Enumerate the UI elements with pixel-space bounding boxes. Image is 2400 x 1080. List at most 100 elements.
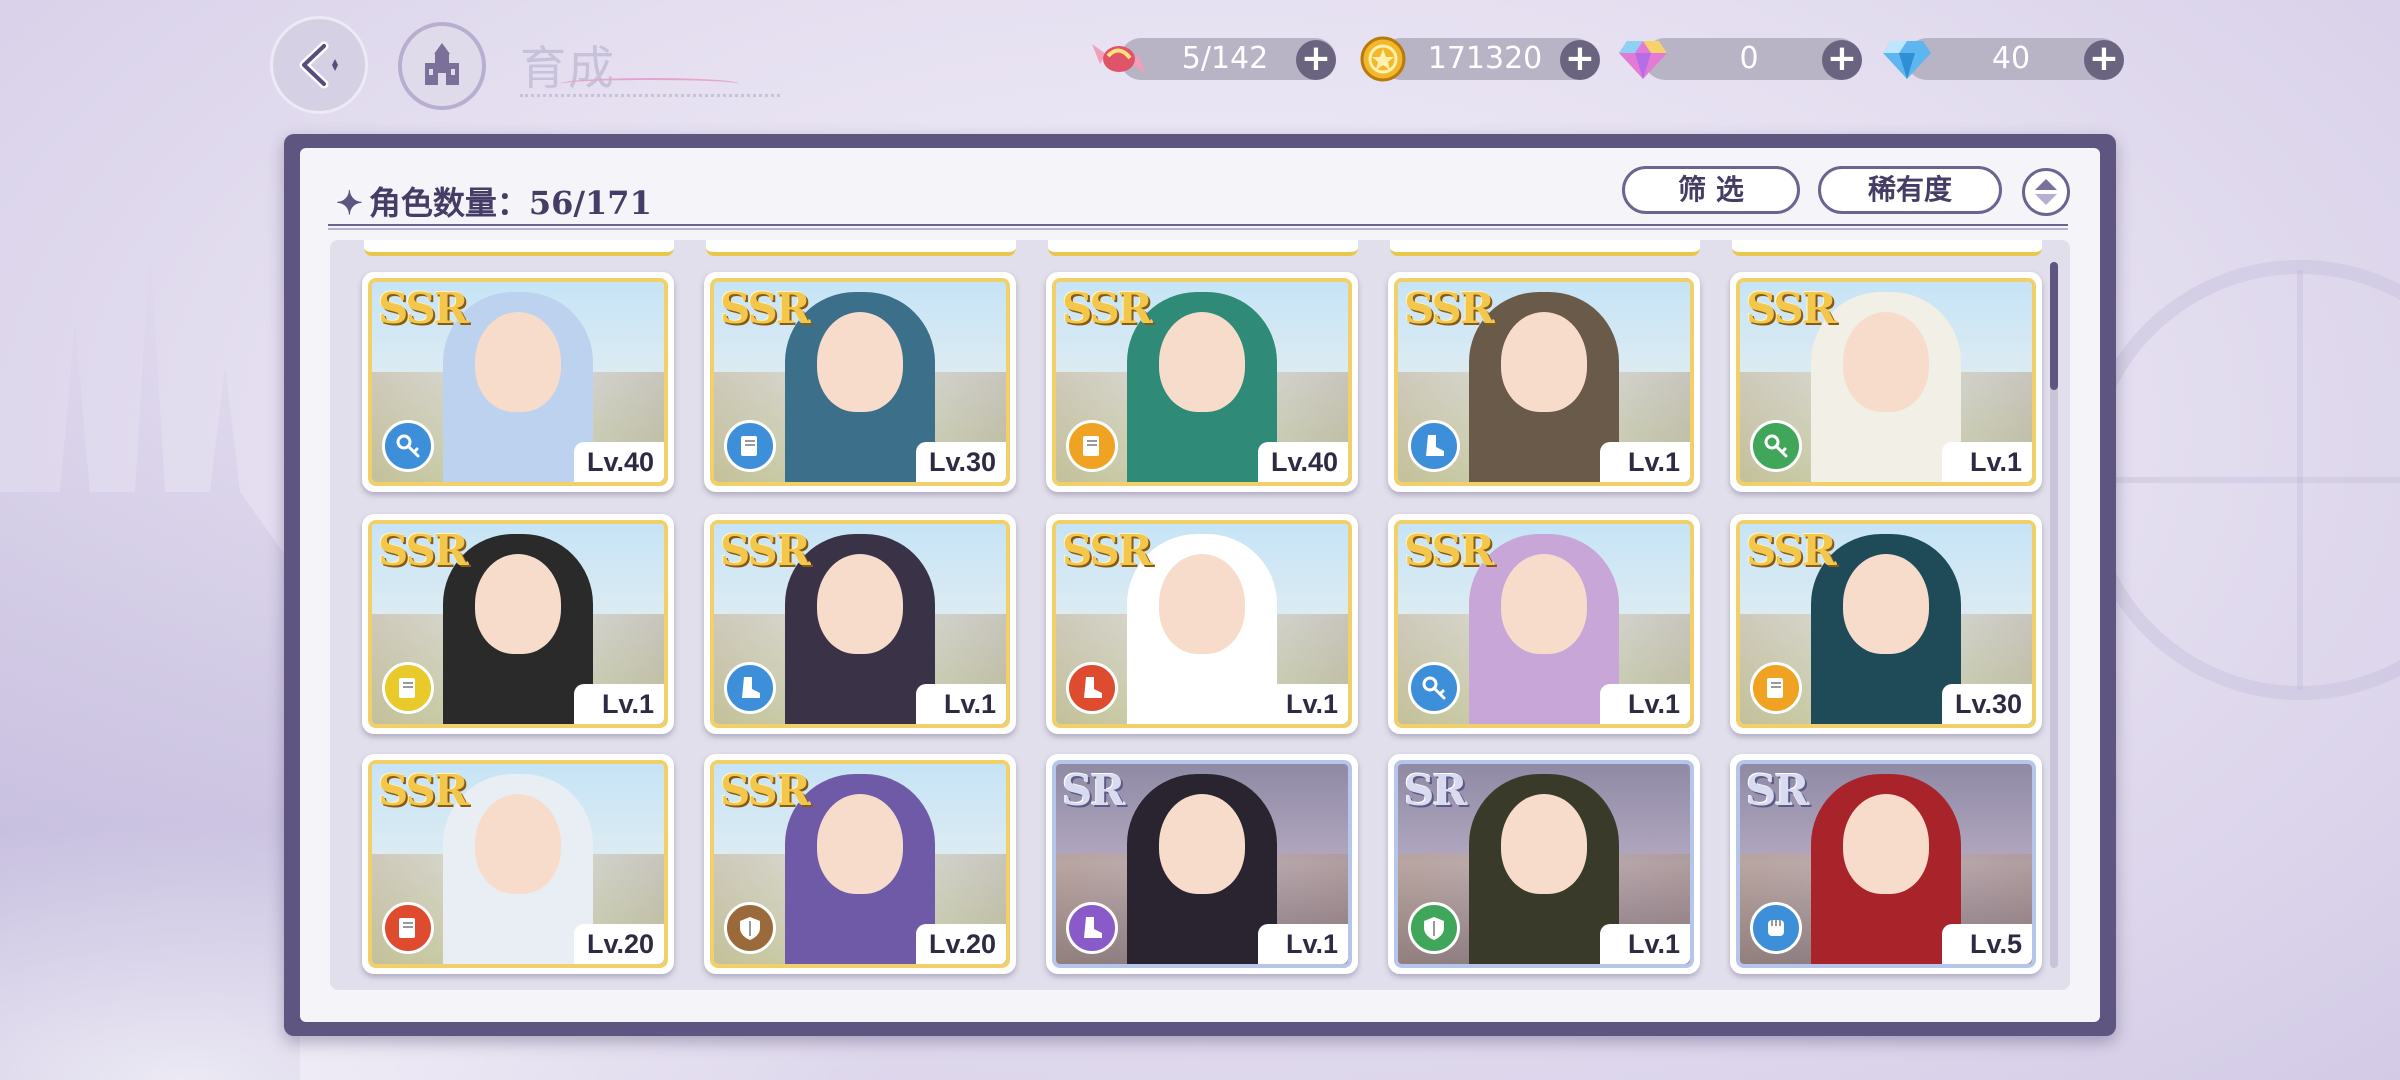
castle-icon <box>425 43 459 85</box>
character-face <box>1843 312 1929 412</box>
shield-icon <box>1408 902 1460 954</box>
rarity-sort-button[interactable]: 稀有度 <box>1818 166 2002 214</box>
level-label: Lv.30 <box>916 442 1006 482</box>
level-label: Lv.1 <box>1942 442 2032 482</box>
fist-icon <box>1750 902 1802 954</box>
level-label: Lv.1 <box>1600 924 1690 964</box>
card-frame: SSR Lv.20 <box>710 760 1010 968</box>
character-card[interactable]: SSR Lv.1 <box>704 514 1016 734</box>
card-frame: SSR Lv.30 <box>1736 520 2036 728</box>
header-divider <box>328 224 2068 230</box>
character-card[interactable]: SSR Lv.1 <box>1046 514 1358 734</box>
level-label: Lv.30 <box>1942 684 2032 724</box>
candy-add-button[interactable]: + <box>1296 40 1336 80</box>
previous-row-card[interactable] <box>1390 240 1700 256</box>
character-card[interactable]: SSR Lv.20 <box>362 754 674 974</box>
character-face <box>1501 554 1587 654</box>
back-arrow-icon <box>299 41 338 89</box>
key-icon <box>382 420 434 472</box>
character-card[interactable]: SSR Lv.1 <box>1388 272 1700 492</box>
previous-row-card[interactable] <box>706 240 1016 256</box>
level-label: Lv.40 <box>1258 442 1348 482</box>
character-card[interactable]: SSR Lv.30 <box>704 272 1016 492</box>
rarity-badge: SSR <box>1062 284 1153 333</box>
card-frame: SSR Lv.1 <box>1052 520 1352 728</box>
card-frame: SSR Lv.40 <box>368 278 668 486</box>
character-card[interactable]: SSR Lv.1 <box>1388 514 1700 734</box>
card-frame: SSR Lv.1 <box>1736 278 2036 486</box>
card-frame: SSR Lv.40 <box>1052 278 1352 486</box>
rarity-badge: SSR <box>720 526 811 575</box>
character-face <box>1159 312 1245 412</box>
character-card[interactable]: SR Lv.1 <box>1388 754 1700 974</box>
character-face <box>475 794 561 894</box>
card-frame: SSR Lv.1 <box>368 520 668 728</box>
card-frame: SSR Lv.1 <box>1394 520 1694 728</box>
blue-diamond-icon <box>1878 30 1936 88</box>
filter-button[interactable]: 筛 选 <box>1622 166 1800 214</box>
character-count: 角色数量：56/171 <box>368 184 652 222</box>
character-count-row: ✦ 角色数量：56/171 <box>336 178 652 224</box>
rarity-badge: SSR <box>378 766 469 815</box>
level-label: Lv.1 <box>1258 684 1348 724</box>
card-frame: SR Lv.1 <box>1394 760 1694 968</box>
character-face <box>475 554 561 654</box>
character-card[interactable]: SR Lv.1 <box>1046 754 1358 974</box>
sort-arrows-icon <box>2035 179 2057 205</box>
rarity-badge: SSR <box>1062 526 1153 575</box>
level-label: Lv.5 <box>1942 924 2032 964</box>
level-label: Lv.1 <box>574 684 664 724</box>
sort-order-button[interactable] <box>2022 168 2070 216</box>
character-face <box>1159 794 1245 894</box>
sparkle-icon: ✦ <box>336 184 363 222</box>
card-frame: SSR Lv.20 <box>368 760 668 968</box>
book-icon <box>724 420 776 472</box>
candy-value: 5/142 <box>1181 41 1269 76</box>
home-button[interactable] <box>398 22 486 110</box>
grid-scrollbar-thumb[interactable] <box>2050 262 2058 390</box>
rarity-badge: SR <box>1062 766 1125 815</box>
book-icon <box>382 662 434 714</box>
rarity-badge: SSR <box>1404 284 1495 333</box>
card-frame: SSR Lv.1 <box>1394 278 1694 486</box>
rarity-badge: SSR <box>1404 526 1495 575</box>
rainbow-gem-icon <box>1614 30 1672 88</box>
rarity-badge: SSR <box>1746 526 1837 575</box>
rarity-badge: SSR <box>720 766 811 815</box>
card-frame: SSR Lv.1 <box>710 520 1010 728</box>
level-label: Lv.40 <box>574 442 664 482</box>
level-label: Lv.20 <box>916 924 1006 964</box>
character-card[interactable]: SSR Lv.20 <box>704 754 1016 974</box>
boot-icon <box>724 662 776 714</box>
blue-diamond-value: 40 <box>1991 41 2031 76</box>
gold-add-button[interactable]: + <box>1560 40 1600 80</box>
level-label: Lv.1 <box>1258 924 1348 964</box>
character-card[interactable]: SSR Lv.40 <box>1046 272 1358 492</box>
character-card[interactable]: SR Lv.5 <box>1730 754 2042 974</box>
card-frame: SSR Lv.30 <box>710 278 1010 486</box>
previous-row-card[interactable] <box>1732 240 2042 256</box>
blue-diamond-add-button[interactable]: + <box>2084 40 2124 80</box>
character-card[interactable]: SSR Lv.1 <box>1730 272 2042 492</box>
character-face <box>1843 794 1929 894</box>
character-card[interactable]: SSR Lv.40 <box>362 272 674 492</box>
key-icon <box>1750 420 1802 472</box>
rarity-badge: SR <box>1404 766 1467 815</box>
character-face <box>817 312 903 412</box>
character-card[interactable]: SSR Lv.30 <box>1730 514 2042 734</box>
title-decoration <box>520 70 780 97</box>
rarity-badge: SR <box>1746 766 1809 815</box>
character-face <box>1843 554 1929 654</box>
back-button[interactable] <box>270 16 368 114</box>
background-ferris-wheel <box>2080 260 2400 700</box>
card-frame: SR Lv.5 <box>1736 760 2036 968</box>
character-face <box>475 312 561 412</box>
rarity-badge: SSR <box>720 284 811 333</box>
rainbow-gem-add-button[interactable]: + <box>1822 40 1862 80</box>
previous-row-card[interactable] <box>364 240 674 256</box>
previous-row-card[interactable] <box>1048 240 1358 256</box>
rarity-badge: SSR <box>378 526 469 575</box>
rarity-badge: SSR <box>1746 284 1837 333</box>
character-face <box>817 554 903 654</box>
character-card[interactable]: SSR Lv.1 <box>362 514 674 734</box>
